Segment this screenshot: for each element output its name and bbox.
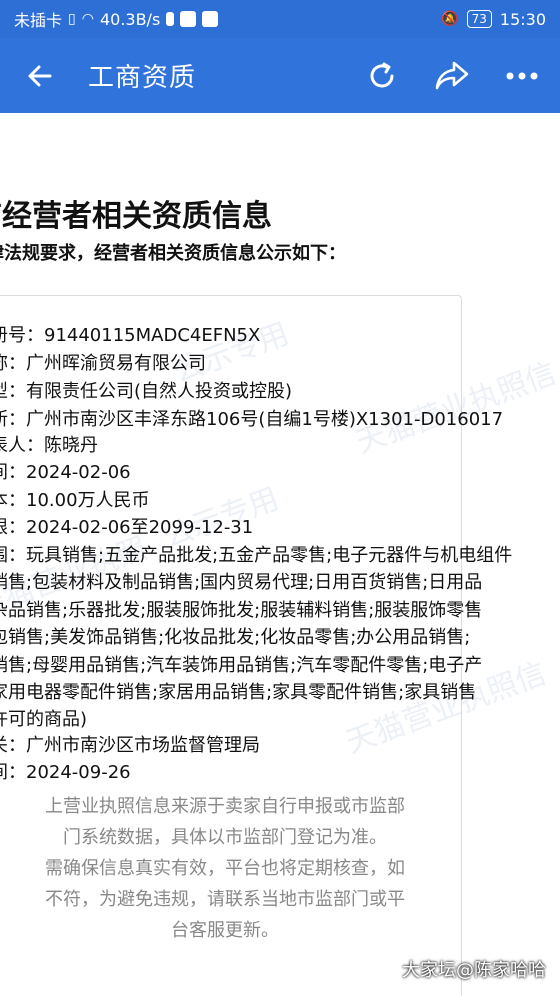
sim-icon: ▯ xyxy=(68,11,76,27)
business-term: 限：2024-02-06至2099-12-31 xyxy=(0,517,254,538)
business-scope-line: 杂品销售;乐器批发;服装服饰批发;服装辅料销售;服装服饰零售 xyxy=(0,600,483,621)
clock: 15:30 xyxy=(499,9,546,29)
forum-watermark: 大家坛@陈家哈哈 xyxy=(402,960,546,981)
business-scope-line: 围：玩具销售;五金产品批发;五金产品零售;电子元器件与机电组件 xyxy=(0,545,513,566)
arrow-left-icon xyxy=(28,65,52,86)
app-icon xyxy=(202,11,219,27)
notice-line: 门系统数据，具体以市监部门登记为准。 xyxy=(63,827,387,848)
business-scope-line: 销售;包装材料及制品销售;国内贸易代理;日用百货销售;日用品 xyxy=(0,572,483,593)
notice-line: 上营业执照信息来源于卖家自行申报或市监部 xyxy=(45,796,405,817)
business-scope-line: 包销售;美发饰品销售;化妆品批发;化妆品零售;办公用品销售; xyxy=(0,627,471,648)
notification-icon xyxy=(166,12,175,26)
network-speed: 40.3B/s xyxy=(99,9,161,29)
established-date: 间：2024-02-06 xyxy=(0,462,131,483)
refresh-button[interactable] xyxy=(362,56,402,96)
disclaimer-notice: 上营业执照信息来源于卖家自行申报或市监部 门系统数据，具体以市监部门登记为准。 … xyxy=(0,791,460,946)
notice-line: 需确保信息真实有效，平台也将定期核查，如 xyxy=(45,858,405,879)
approval-date: 间：2024-09-26 xyxy=(0,762,131,783)
share-button[interactable] xyxy=(432,56,472,96)
back-button[interactable] xyxy=(18,54,62,98)
business-scope-line: 家用电器零配件销售;家居用品销售;家具零配件销售;家具销售 xyxy=(0,682,477,703)
registration-authority: 关：广州市南沙区市场监督管理局 xyxy=(0,735,260,756)
share-icon xyxy=(435,61,469,89)
notice-line: 不符，为避免违规，请联系当地市监部门或平 xyxy=(45,889,405,910)
refresh-icon xyxy=(370,62,394,87)
notice-line: 台客服更新。 xyxy=(171,920,279,941)
company-type: 型：有限责任公司(自然人投资或控股) xyxy=(0,381,293,402)
wifi-icon: ◠ xyxy=(81,11,94,27)
business-scope-line: 许可的商品) xyxy=(0,709,88,730)
content-area: 店经营者相关资质信息 律法规要求，经营者相关资质信息公示如下： 公示专用 天猫营… xyxy=(0,113,560,996)
shield-icon xyxy=(180,11,197,27)
mute-icon: 🔕 xyxy=(441,11,459,27)
carrier-label: 未插卡 xyxy=(14,11,63,30)
page-title: 工商资质 xyxy=(88,63,197,93)
status-bar: 未插卡 ▯ ◠ 40.3B/s 🔕 73 15:30 xyxy=(0,0,560,38)
legal-representative: 表人：陈晓丹 xyxy=(0,435,98,456)
battery-indicator: 73 xyxy=(466,10,492,28)
registered-capital: 本：10.00万人民币 xyxy=(0,490,150,511)
app-bar: 工商资质 xyxy=(0,38,560,113)
more-button[interactable] xyxy=(502,56,542,96)
business-scope-line: 销售;母婴用品销售;汽车装饰用品销售;汽车零配件零售;电子产 xyxy=(0,655,483,676)
registration-number: 册号：91440115MADC4EFN5X xyxy=(0,325,261,346)
company-address: 所：广州市南沙区丰泽东路106号(自编1号楼)X1301-D016017 xyxy=(0,409,504,430)
section-heading: 店经营者相关资质信息 xyxy=(0,199,272,234)
section-subheading: 律法规要求，经营者相关资质信息公示如下： xyxy=(0,243,346,264)
more-dots-icon xyxy=(506,72,538,79)
company-name: 称：广州晖渝贸易有限公司 xyxy=(0,353,206,374)
